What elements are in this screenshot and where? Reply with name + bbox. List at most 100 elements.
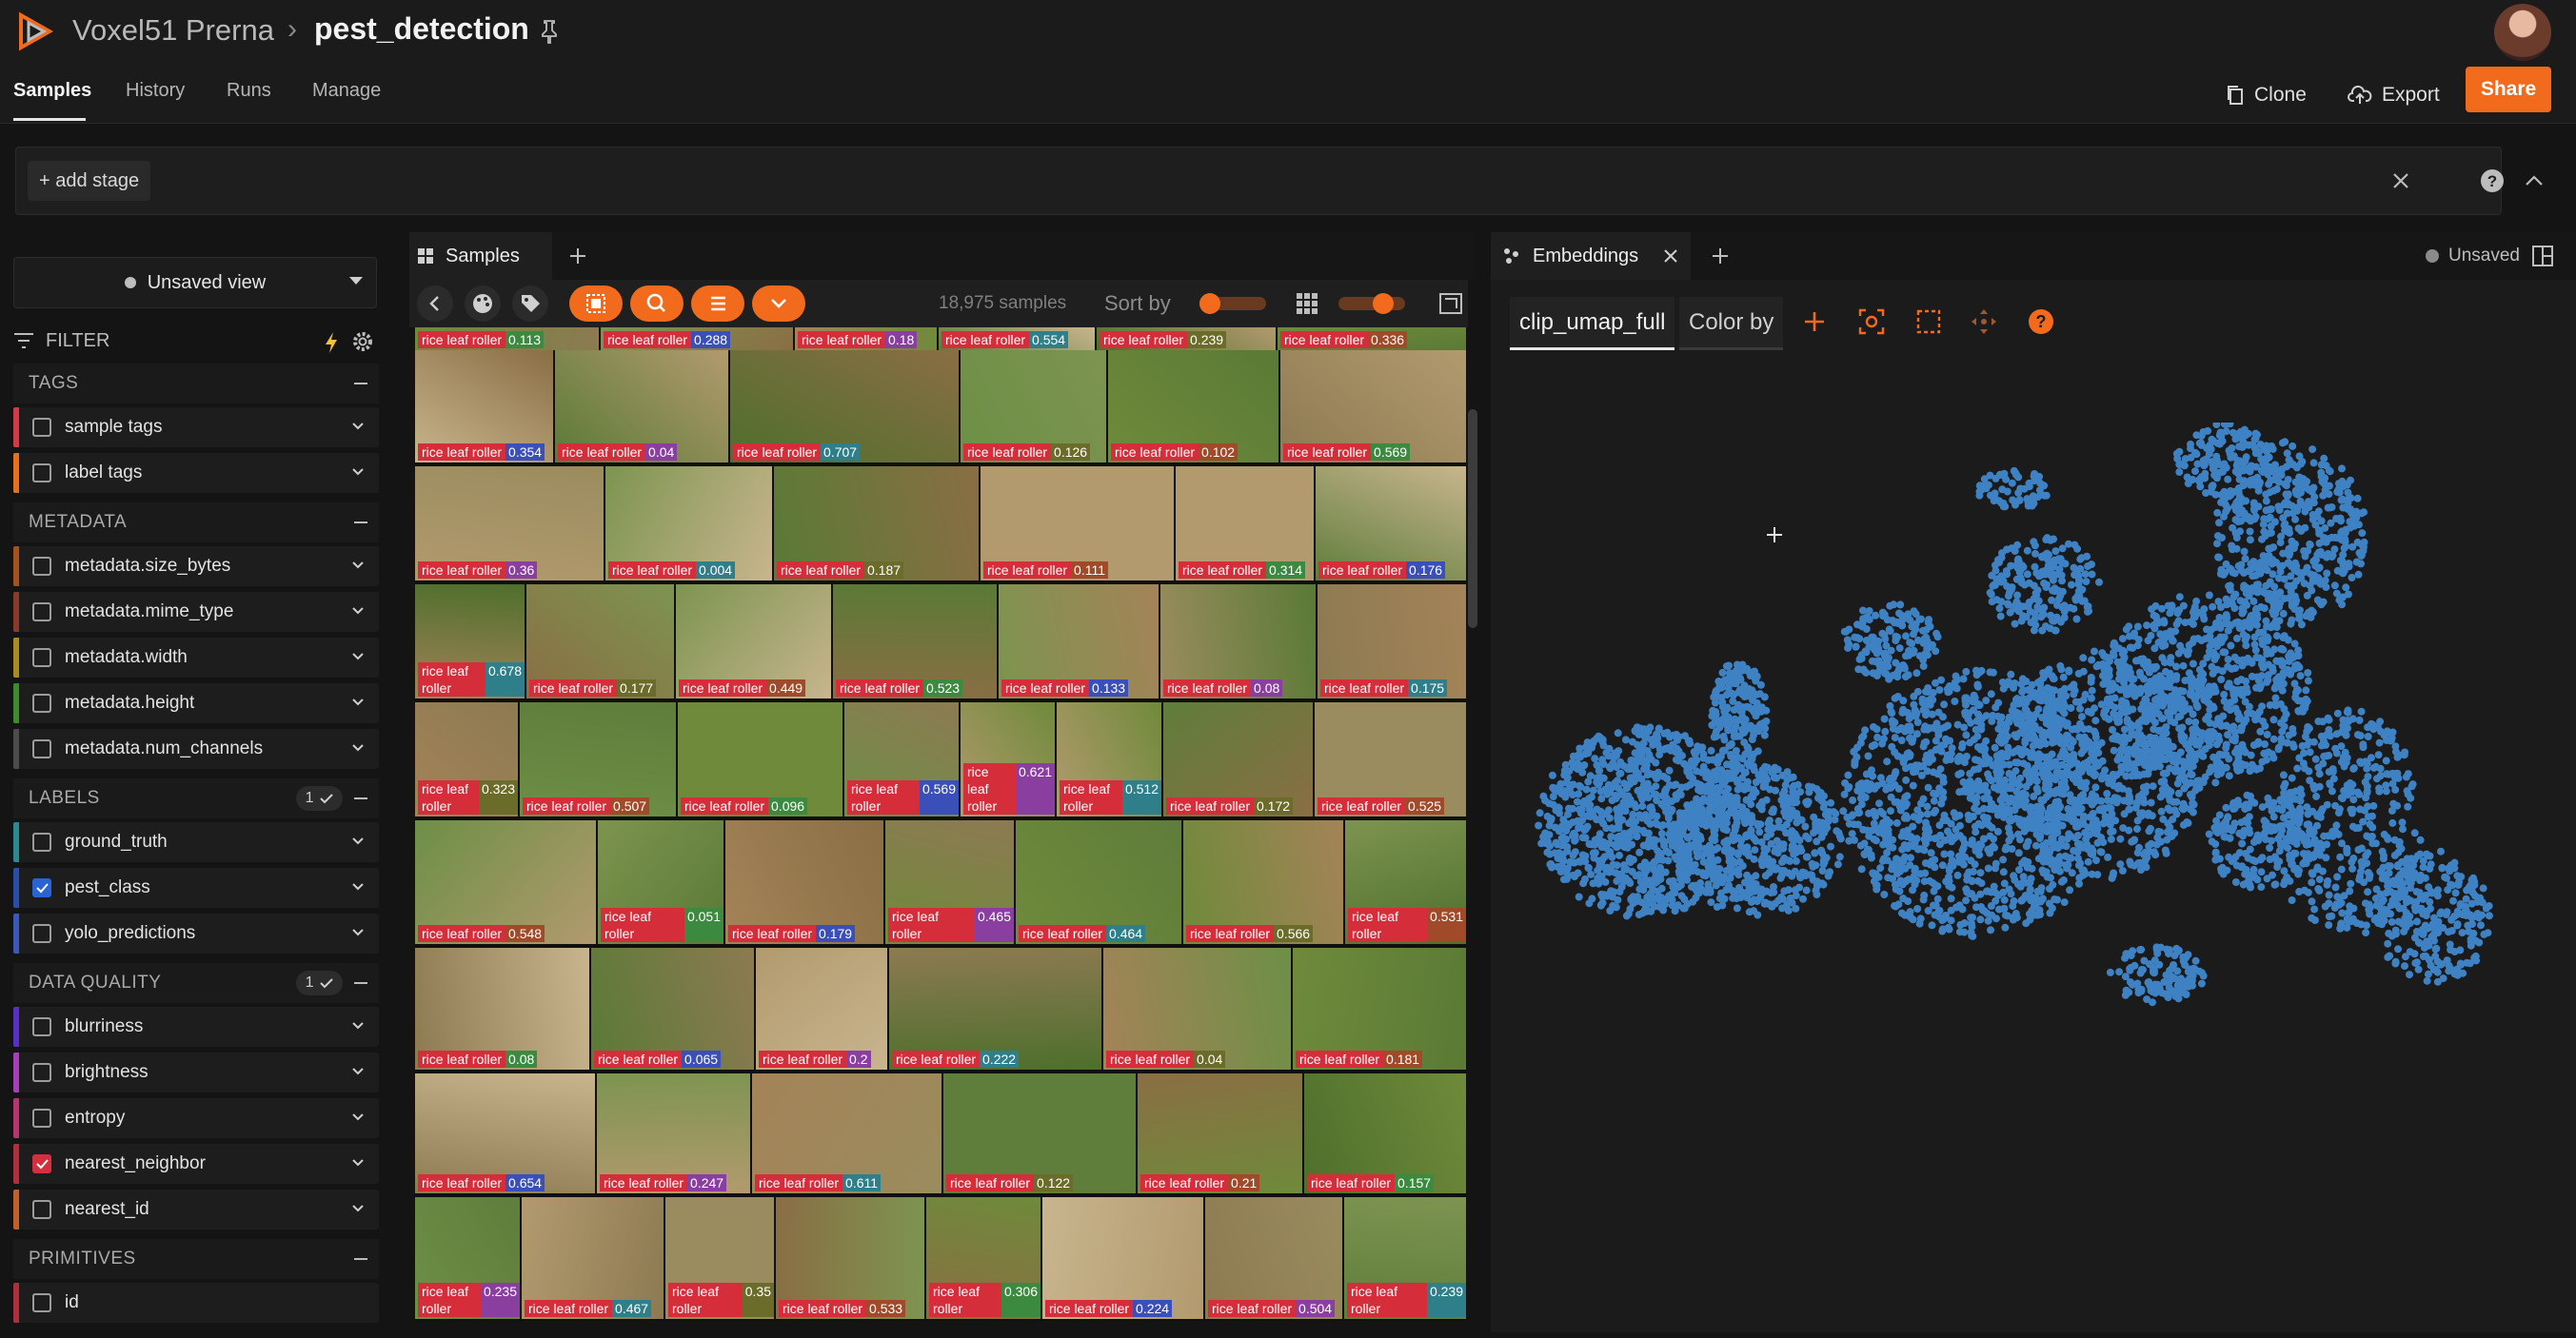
embedding-point[interactable]	[1915, 919, 1924, 928]
embedding-point[interactable]	[2092, 795, 2100, 803]
chevron-down-icon[interactable]	[350, 464, 366, 480]
embedding-point[interactable]	[1923, 697, 1932, 705]
embedding-point[interactable]	[2022, 919, 2031, 928]
embedding-point[interactable]	[2031, 776, 2040, 784]
sample-tile[interactable]: rice leaf roller 0.678	[415, 584, 525, 699]
embedding-point[interactable]	[1595, 766, 1603, 775]
embedding-point[interactable]	[2180, 706, 2189, 715]
embedding-point[interactable]	[1821, 825, 1830, 834]
embedding-point[interactable]	[1971, 894, 1979, 902]
embedding-point[interactable]	[1818, 867, 1827, 875]
embedding-point[interactable]	[1909, 781, 1917, 790]
embedding-point[interactable]	[2345, 560, 2353, 568]
section-data-quality[interactable]: DATA QUALITY 1	[13, 963, 379, 1003]
embedding-point[interactable]	[2128, 837, 2136, 846]
embedding-point[interactable]	[1589, 812, 1597, 820]
embedding-point[interactable]	[2105, 779, 2113, 787]
embedding-point[interactable]	[2275, 506, 2284, 515]
sample-tile[interactable]: rice leaf roller 0.566	[1183, 820, 1343, 944]
embedding-point[interactable]	[2094, 760, 2103, 768]
sample-tile[interactable]: rice leaf roller 0.464	[1016, 820, 1181, 944]
embedding-point[interactable]	[1819, 856, 1828, 865]
embedding-point[interactable]	[1802, 853, 1811, 861]
embedding-point[interactable]	[2130, 632, 2138, 640]
embedding-point[interactable]	[1628, 868, 1636, 876]
fit-view-icon[interactable]	[1856, 306, 1887, 337]
embedding-point[interactable]	[2090, 825, 2098, 834]
embedding-point[interactable]	[1549, 793, 1557, 800]
embedding-point[interactable]	[2170, 686, 2179, 695]
embedding-point[interactable]	[1928, 921, 1936, 930]
embedding-point[interactable]	[2214, 715, 2223, 723]
embedding-point[interactable]	[1945, 876, 1953, 885]
embedding-point[interactable]	[2013, 758, 2022, 767]
sample-tile[interactable]: rice leaf roller 0.21	[1138, 1073, 1302, 1193]
embedding-point[interactable]	[1635, 848, 1644, 856]
embedding-point[interactable]	[2201, 773, 2209, 781]
embedding-point[interactable]	[2257, 672, 2266, 680]
embedding-point[interactable]	[1921, 839, 1930, 848]
embedding-point[interactable]	[1687, 822, 1695, 831]
sample-tile[interactable]: rice leaf roller 0.102	[1108, 350, 1278, 462]
embedding-point[interactable]	[1765, 869, 1773, 877]
embedding-point[interactable]	[2301, 552, 2309, 561]
embedding-point[interactable]	[2047, 685, 2055, 694]
embedding-point[interactable]	[2117, 762, 2126, 771]
embedding-point[interactable]	[2116, 860, 2125, 869]
embedding-point[interactable]	[2147, 632, 2155, 639]
sample-tile[interactable]: rice leaf roller 0.548	[415, 820, 596, 944]
embedding-point[interactable]	[1694, 841, 1703, 850]
embedding-point[interactable]	[1620, 829, 1628, 837]
embedding-point[interactable]	[2219, 648, 2228, 657]
embedding-point[interactable]	[1562, 875, 1571, 883]
samples-scrollbar[interactable]	[1468, 409, 1477, 628]
sample-tile[interactable]: rice leaf roller 0.111	[981, 466, 1174, 580]
embedding-point[interactable]	[2253, 739, 2262, 748]
embedding-point[interactable]	[1733, 904, 1741, 913]
chevron-down-icon[interactable]	[350, 740, 366, 756]
sample-tile[interactable]: rice leaf roller 0.065	[591, 948, 754, 1070]
embedding-point[interactable]	[1677, 892, 1686, 900]
embedding-point[interactable]	[1764, 825, 1773, 834]
embedding-point[interactable]	[1771, 899, 1779, 908]
field-checkbox[interactable]	[32, 1200, 51, 1219]
embedding-point[interactable]	[1678, 860, 1687, 869]
embedding-point[interactable]	[1685, 737, 1694, 745]
embedding-point[interactable]	[1615, 839, 1624, 848]
embedding-point[interactable]	[1599, 774, 1608, 782]
embedding-point[interactable]	[1536, 809, 1544, 817]
embedding-point[interactable]	[2056, 813, 2065, 820]
embedding-point[interactable]	[1673, 855, 1680, 863]
embedding-point[interactable]	[2045, 758, 2053, 766]
embedding-point[interactable]	[1892, 818, 1901, 827]
embedding-point[interactable]	[2113, 756, 2122, 764]
embedding-point[interactable]	[2107, 695, 2115, 703]
sample-tile[interactable]: rice leaf roller 0.133	[999, 584, 1159, 699]
embedding-point[interactable]	[2290, 639, 2299, 648]
embedding-point[interactable]	[2049, 880, 2057, 889]
embedding-point[interactable]	[2317, 517, 2326, 525]
embedding-point[interactable]	[2242, 497, 2250, 505]
embedding-point[interactable]	[2111, 732, 2120, 740]
embedding-point[interactable]	[1546, 842, 1554, 851]
embedding-point[interactable]	[1571, 848, 1579, 856]
embedding-point[interactable]	[1824, 872, 1833, 880]
embedding-point[interactable]	[2034, 750, 2043, 758]
embedding-point[interactable]	[2168, 601, 2176, 610]
embedding-point[interactable]	[2063, 814, 2071, 822]
sample-tile[interactable]: rice leaf roller 0.306	[926, 1197, 1040, 1319]
embedding-point[interactable]	[1997, 713, 2006, 721]
embedding-point[interactable]	[2160, 619, 2169, 627]
embedding-point[interactable]	[1948, 861, 1956, 870]
embedding-point[interactable]	[2320, 478, 2328, 485]
embedding-point[interactable]	[1715, 895, 1724, 903]
embedding-point[interactable]	[1747, 875, 1755, 883]
embedding-point[interactable]	[1663, 775, 1672, 783]
embedding-point[interactable]	[1588, 793, 1595, 801]
embedding-point[interactable]	[2071, 822, 2080, 831]
back-button[interactable]	[417, 285, 453, 322]
embedding-point[interactable]	[2234, 715, 2243, 723]
embedding-point[interactable]	[2232, 634, 2241, 642]
embedding-point[interactable]	[1979, 835, 1988, 843]
embedding-point[interactable]	[1927, 849, 1935, 857]
